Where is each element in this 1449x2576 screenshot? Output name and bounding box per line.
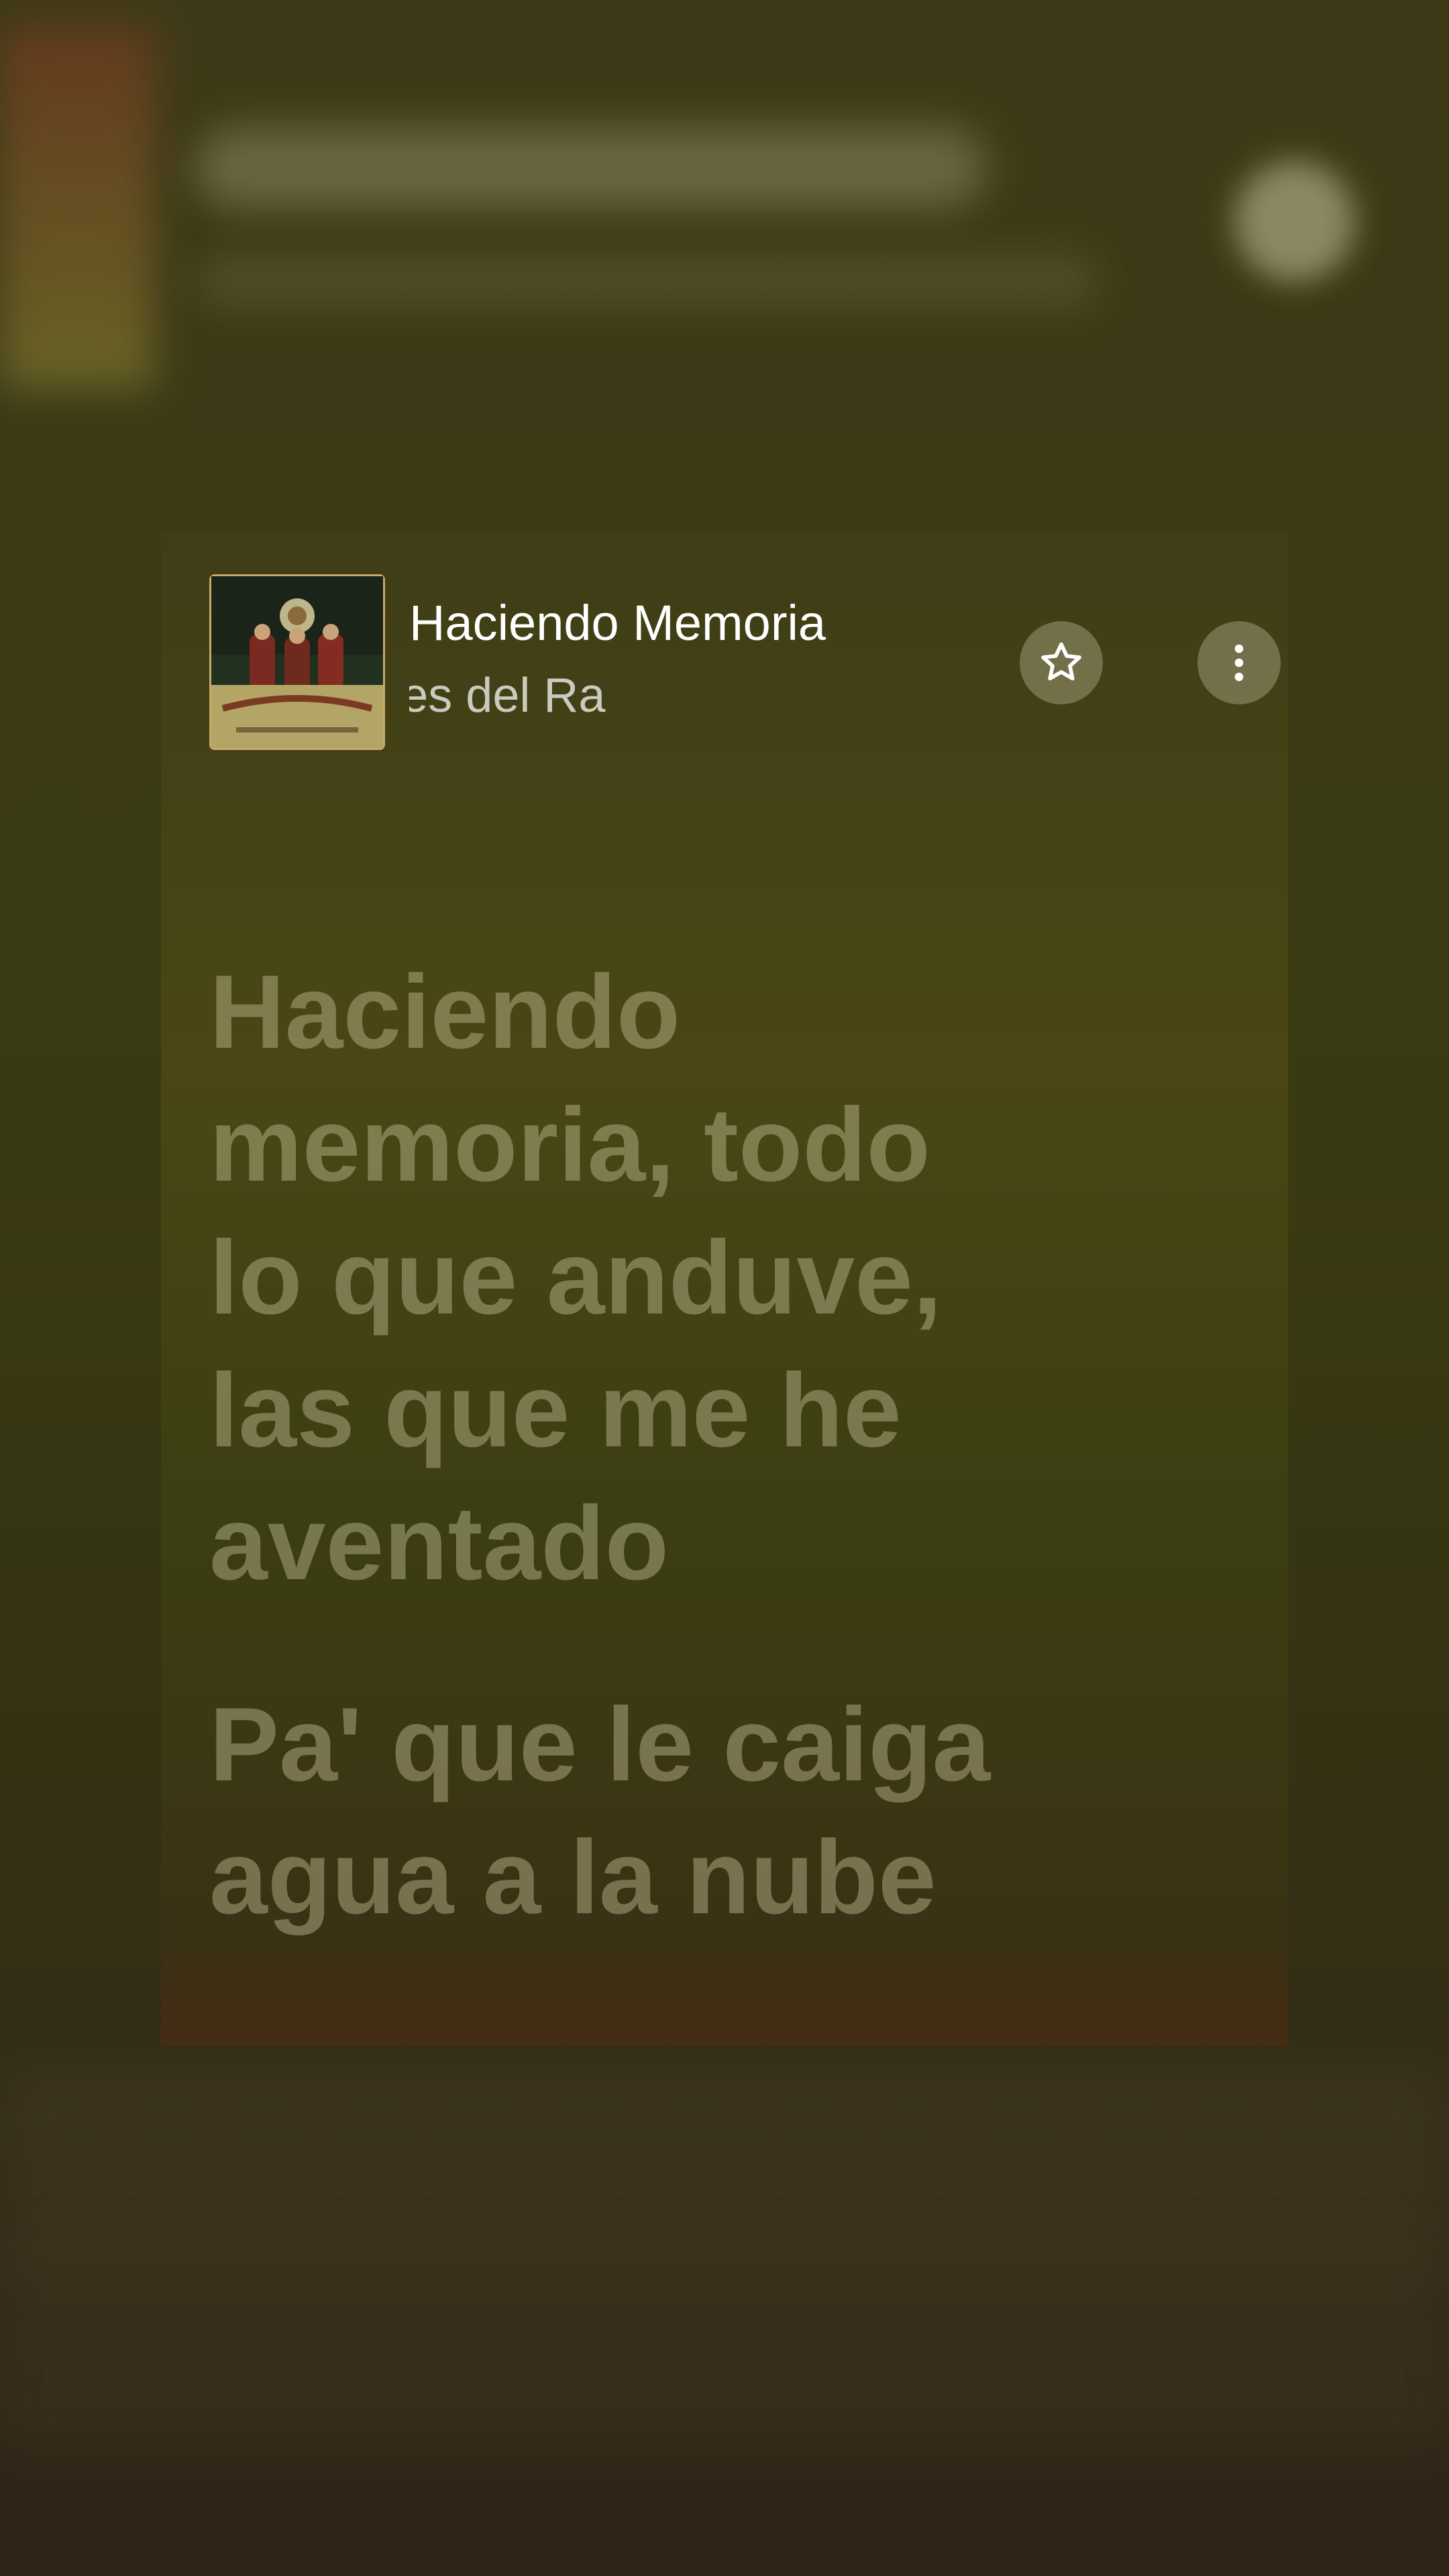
song-artist[interactable]: ma & Los Plebes del Ra [409,668,979,723]
lyric-line: Haciendo [209,954,681,1071]
background-subtitle-blur [195,255,1100,309]
lyric-line: memoria, todo [209,1087,930,1203]
album-art-image [209,574,385,750]
lyric-line: lo que anduve, [209,1220,943,1336]
lyric-verse[interactable]: Haciendo memoria, todo lo que anduve, la… [209,946,1014,1610]
lyric-line: Pa' que le caiga [209,1686,991,1803]
lyrics-body[interactable]: Haciendo memoria, todo lo que anduve, la… [209,946,1216,2012]
song-artist-text: ma & Los Plebes del Ra [409,669,606,722]
now-playing-header: Haciendo Memoria ma & Los Plebes del Ra [209,574,1281,752]
album-art[interactable] [209,574,385,750]
favorite-button[interactable] [1020,621,1103,704]
lyric-line: las que me he [209,1352,902,1469]
background-album-art-blur [0,27,154,389]
background-title-blur [195,127,986,208]
lyric-line: agua a la nube [209,1819,936,1936]
background-controls-blur [0,2066,1449,2267]
song-title[interactable]: Haciendo Memoria [409,594,826,651]
more-options-button[interactable] [1197,621,1281,704]
background-button-blur [1234,161,1355,282]
lyric-verse[interactable]: Pa' que le caiga agua a la nube [209,1678,1014,1944]
star-icon [1041,642,1081,681]
vertical-ellipsis-icon [1234,644,1244,682]
background-controls-blur-2 [0,2247,1449,2449]
lyric-line: aventado [209,1485,669,1602]
lyrics-card[interactable]: Haciendo Memoria ma & Los Plebes del Ra … [161,530,1288,2046]
